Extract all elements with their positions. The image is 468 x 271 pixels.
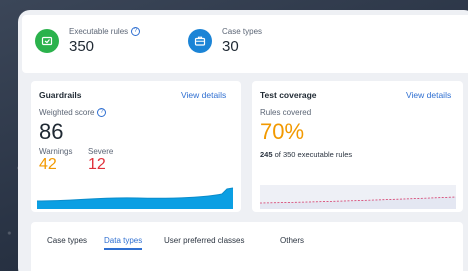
test-coverage-title: Test coverage (260, 90, 317, 100)
coverage-view-details-link[interactable]: View details (406, 90, 451, 100)
weighted-score-label: Weighted score (39, 108, 95, 117)
coverage-summary: 245 of 350 executable rules (260, 150, 352, 159)
rules-icon (35, 29, 59, 53)
coverage-chart (260, 185, 456, 209)
covered-count: 245 (260, 150, 273, 159)
severe-value: 12 (88, 156, 106, 173)
tabs-card: Case types Data types User preferred cla… (31, 222, 463, 271)
executable-rules-value: 350 (69, 38, 95, 55)
kpi-case-types: Case types 30 (188, 27, 262, 55)
tab-data-types[interactable]: Data types (104, 236, 143, 250)
guardrails-sparkline (37, 187, 234, 209)
executable-rules-label: Executable rules (69, 27, 129, 36)
help-icon[interactable]: ? (97, 108, 107, 117)
tab-user-preferred-classes[interactable]: User preferred classes (164, 236, 244, 248)
covered-suffix: of 350 executable rules (274, 150, 353, 159)
guardrails-view-details-link[interactable]: View details (181, 90, 226, 100)
warnings-value: 42 (39, 156, 57, 173)
kpi-executable-rules: Executable rules ? 350 (35, 27, 141, 55)
dashboard-panel: Executable rules ? 350 Case types 30 Gua… (18, 10, 468, 271)
rules-covered-label: Rules covered (260, 108, 312, 117)
warnings-label: Warnings (39, 147, 73, 156)
test-coverage-card: Test coverage View details Rules covered… (252, 81, 463, 212)
tab-case-types[interactable]: Case types (47, 236, 87, 248)
weighted-score-value: 86 (39, 119, 64, 144)
help-icon[interactable]: ? (131, 27, 141, 36)
rules-covered-value: 70% (260, 119, 305, 144)
briefcase-icon (188, 29, 212, 53)
guardrails-title: Guardrails (39, 90, 82, 100)
kpi-summary-card: Executable rules ? 350 Case types 30 (22, 15, 468, 73)
guardrails-card: Guardrails View details Weighted score ?… (31, 81, 241, 212)
severe-label: Severe (88, 147, 114, 156)
tab-others[interactable]: Others (280, 236, 304, 248)
case-types-value: 30 (222, 38, 239, 55)
case-types-label: Case types (222, 27, 263, 36)
